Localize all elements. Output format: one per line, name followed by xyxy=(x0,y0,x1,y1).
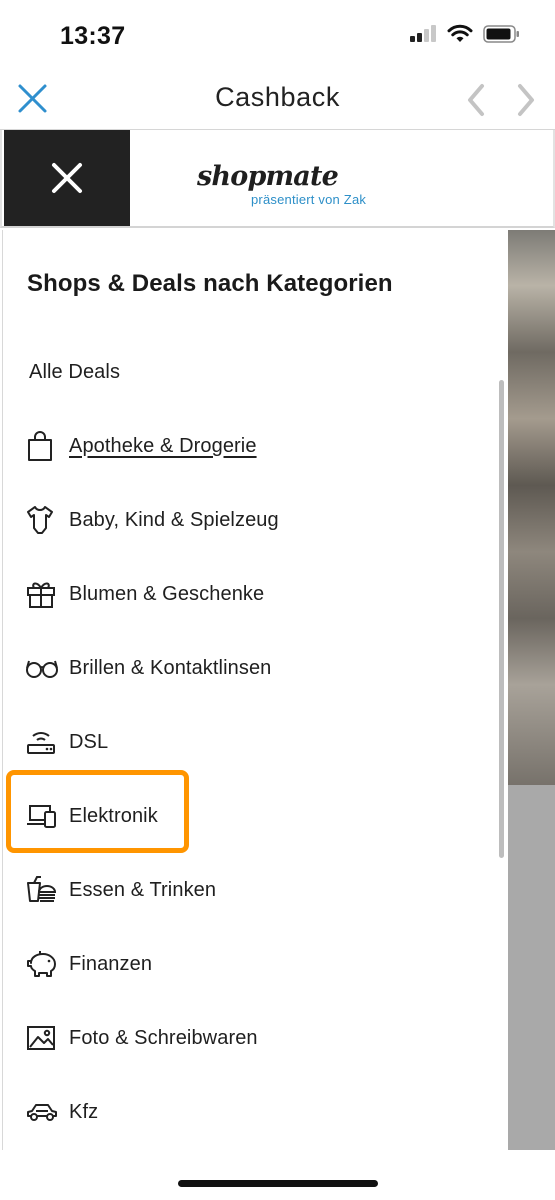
category-item-apotheke-drogerie[interactable]: Apotheke & Drogerie xyxy=(25,421,465,471)
status-bar: 13:37 xyxy=(0,0,555,70)
category-label: Brillen & Kontaktlinsen xyxy=(69,656,272,679)
category-label: Kfz xyxy=(69,1100,99,1123)
category-item-kfz[interactable]: Kfz xyxy=(25,1087,465,1137)
scrollbar[interactable] xyxy=(499,380,504,858)
category-item-baby-kind-spielzeug[interactable]: Baby, Kind & Spielzeug xyxy=(25,495,465,545)
shopping-bag-icon xyxy=(25,429,61,463)
category-item-dsl[interactable]: DSL xyxy=(25,717,465,767)
food-icon xyxy=(25,873,61,907)
category-label: Finanzen xyxy=(69,952,153,975)
category-item-alle-deals[interactable]: Alle Deals xyxy=(25,347,465,397)
menu-close-button[interactable] xyxy=(4,130,130,226)
image-icon xyxy=(25,1021,61,1055)
logo-wordmark: shopmate xyxy=(197,161,339,192)
battery-icon xyxy=(483,25,519,43)
background-overlay-grey xyxy=(508,785,555,1150)
cellular-signal-icon xyxy=(410,25,436,42)
home-indicator[interactable] xyxy=(178,1180,378,1187)
category-drawer: Shops & Deals nach Kategorien Alle Deals… xyxy=(2,230,508,1150)
category-label: DSL xyxy=(69,730,109,753)
gift-icon xyxy=(25,577,61,611)
drawer-heading: Shops & Deals nach Kategorien xyxy=(27,270,393,297)
category-item-blumen-geschenke[interactable]: Blumen & Geschenke xyxy=(25,569,465,619)
category-label: Foto & Schreibwaren xyxy=(69,1026,258,1049)
category-label: Essen & Trinken xyxy=(69,878,217,901)
cashback-screen: 13:37 Cashback shopmate präsentiert von … xyxy=(0,0,555,1200)
router-icon xyxy=(25,725,61,759)
category-item-brillen-kontaktlinsen[interactable]: Brillen & Kontaktlinsen xyxy=(25,643,465,693)
category-label: Blumen & Geschenke xyxy=(69,582,265,605)
category-label: Alle Deals xyxy=(29,360,121,383)
highlight-box xyxy=(6,770,189,853)
navigation-bar: Cashback xyxy=(0,70,555,130)
category-item-foto-schreibwaren[interactable]: Foto & Schreibwaren xyxy=(25,1013,465,1063)
baby-bodysuit-icon xyxy=(25,503,61,537)
background-overlay xyxy=(508,230,555,785)
close-icon xyxy=(52,163,82,193)
shopmate-logo[interactable]: shopmate präsentiert von Zak xyxy=(197,161,366,208)
piggy-bank-icon xyxy=(25,947,61,981)
status-icons xyxy=(409,24,521,44)
category-item-finanzen[interactable]: Finanzen xyxy=(25,939,465,989)
status-time: 13:37 xyxy=(60,22,126,50)
category-item-essen-trinken[interactable]: Essen & Trinken xyxy=(25,865,465,915)
category-label: Apotheke & Drogerie xyxy=(69,434,257,457)
glasses-icon xyxy=(25,651,61,685)
wifi-icon xyxy=(447,24,473,42)
site-header: shopmate präsentiert von Zak xyxy=(0,130,555,228)
chevron-right-icon[interactable] xyxy=(510,82,540,118)
car-icon xyxy=(25,1095,61,1129)
logo-tagline: präsentiert von Zak xyxy=(251,192,367,207)
chevron-left-icon[interactable] xyxy=(462,82,492,118)
category-label: Baby, Kind & Spielzeug xyxy=(69,508,279,531)
